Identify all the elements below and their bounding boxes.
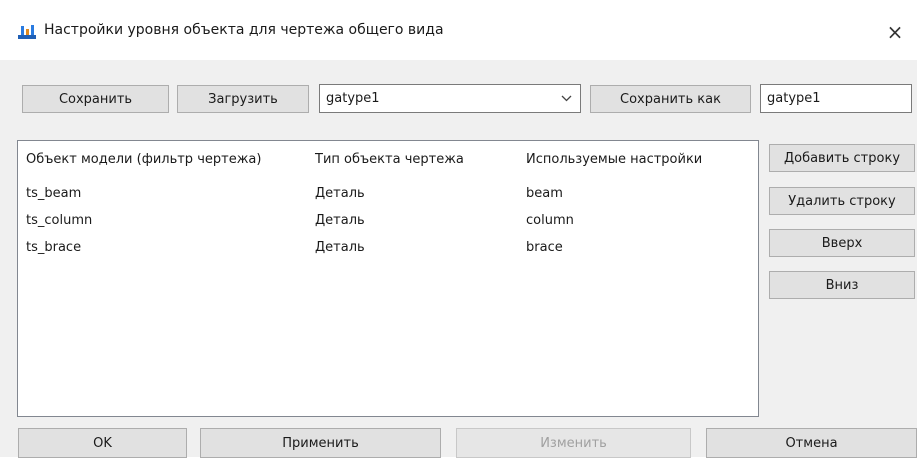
table-cell[interactable]: ts_beam (26, 186, 81, 201)
table-cell[interactable]: Деталь (315, 186, 365, 201)
move-down-button[interactable]: Вниз (769, 271, 915, 299)
move-up-button[interactable]: Вверх (769, 229, 915, 257)
close-button[interactable]: × (880, 17, 910, 47)
column-header-used-settings[interactable]: Используемые настройки (526, 152, 702, 167)
table-cell[interactable]: column (526, 213, 574, 228)
table-cell[interactable]: ts_column (26, 213, 92, 228)
dialog-title: Настройки уровня объекта для чертежа общ… (44, 22, 444, 38)
save-button[interactable]: Сохранить (22, 85, 169, 113)
table-cell[interactable]: Деталь (315, 240, 365, 255)
table-cell[interactable]: brace (526, 240, 563, 255)
settings-table[interactable]: Объект модели (фильтр чертежа) Тип объек… (17, 140, 759, 417)
add-row-button[interactable]: Добавить строку (769, 144, 915, 172)
delete-row-button[interactable]: Удалить строку (769, 187, 915, 215)
column-header-drawing-object-type[interactable]: Тип объекта чертежа (315, 152, 464, 167)
title-bar: Настройки уровня объекта для чертежа общ… (0, 0, 917, 60)
table-cell[interactable]: beam (526, 186, 563, 201)
cancel-button[interactable]: Отмена (706, 428, 917, 458)
apply-button[interactable]: Применить (200, 428, 441, 458)
tekla-settings-icon (17, 22, 37, 42)
ok-button[interactable]: OK (18, 428, 187, 458)
modify-button[interactable]: Изменить (456, 428, 691, 458)
close-icon: × (886, 20, 904, 44)
save-as-button[interactable]: Сохранить как (590, 85, 751, 113)
column-header-model-object[interactable]: Объект модели (фильтр чертежа) (26, 152, 261, 167)
load-button[interactable]: Загрузить (177, 85, 309, 113)
table-cell[interactable]: Деталь (315, 213, 365, 228)
table-cell[interactable]: ts_brace (26, 240, 81, 255)
preset-select[interactable]: gatype1 (319, 84, 581, 113)
chevron-down-icon[interactable] (552, 85, 580, 112)
dialog-window: Настройки уровня объекта для чертежа общ… (0, 0, 917, 458)
save-as-name-field[interactable]: gatype1 (760, 84, 912, 113)
preset-select-value: gatype1 (326, 91, 380, 106)
